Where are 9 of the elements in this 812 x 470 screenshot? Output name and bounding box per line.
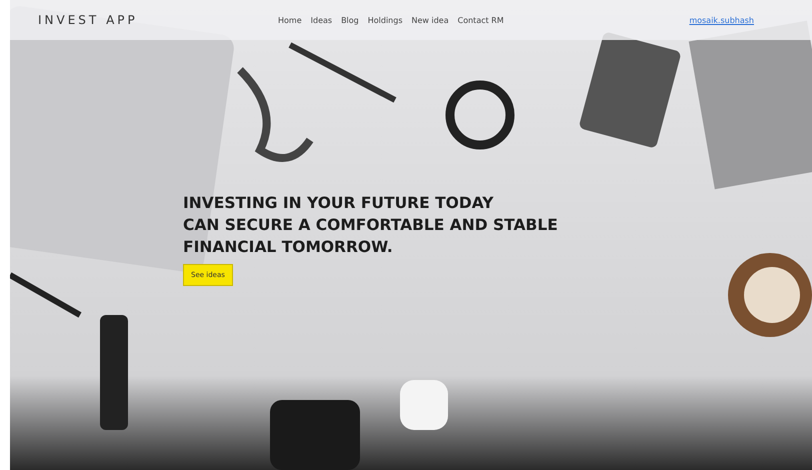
nav-link[interactable]: Blog xyxy=(341,16,359,24)
nav-link[interactable]: Holdings xyxy=(368,16,402,24)
nav-link[interactable]: New idea xyxy=(412,16,449,24)
brand-logo[interactable]: INVEST APP xyxy=(38,13,278,27)
user-link[interactable]: mosaik.subhash xyxy=(689,16,754,24)
hero-headline: INVESTING IN YOUR FUTURE TODAY CAN SECURE A COMFORTABLE AND STABLE FINANCIAL TOMORROW. xyxy=(183,193,559,258)
nav-link[interactable]: Contact RM xyxy=(458,16,504,24)
nav-link[interactable]: Ideas xyxy=(310,16,332,24)
nav-link[interactable]: Home xyxy=(278,16,302,24)
